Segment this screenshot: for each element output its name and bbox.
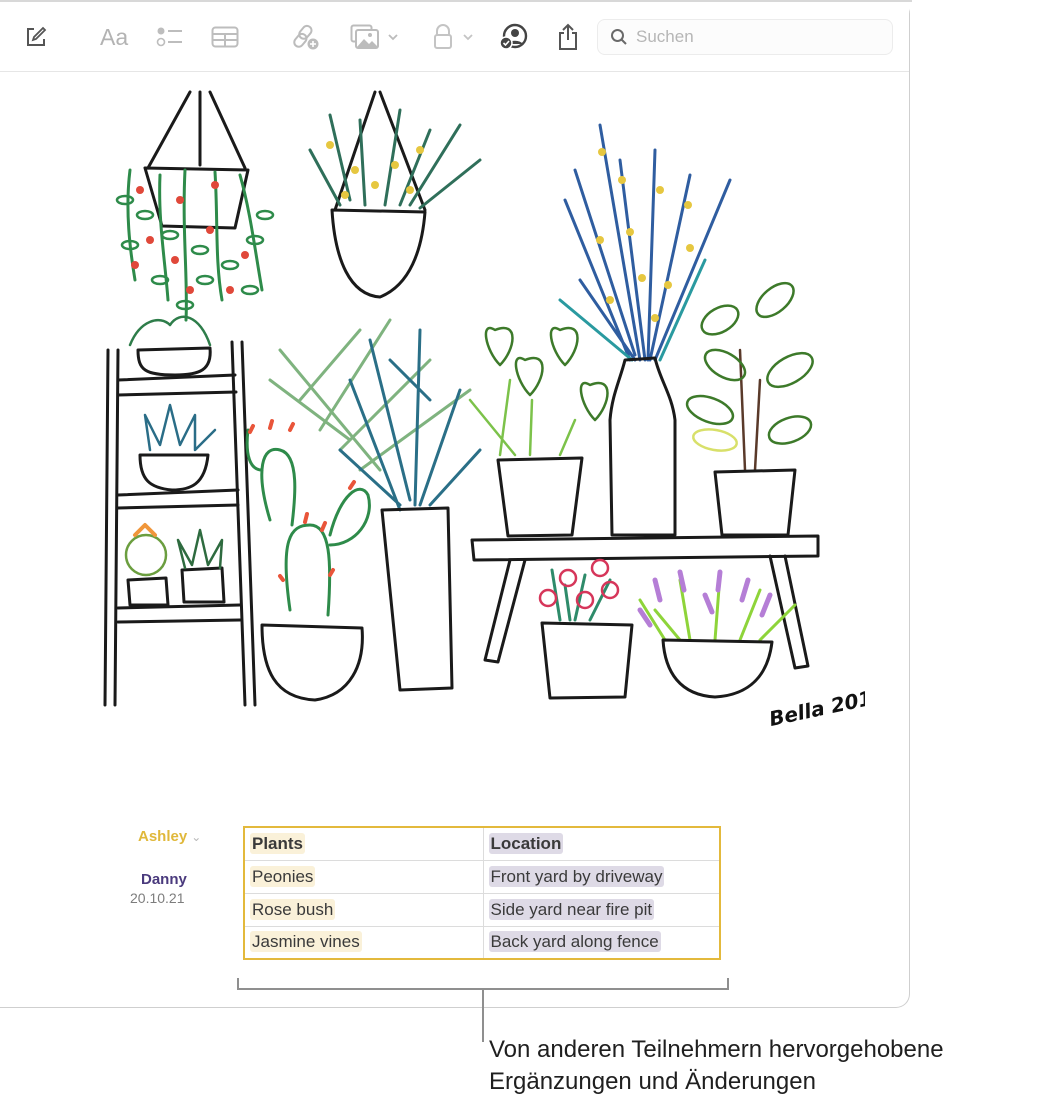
plants-table[interactable]: Plants Location Peonies Front yard by dr… (243, 826, 721, 960)
add-link-icon[interactable] (292, 22, 320, 52)
callout-line-2: Ergänzungen und Änderungen (489, 1068, 816, 1095)
table-row: Peonies Front yard by driveway (243, 859, 721, 894)
rubber-plant (685, 281, 814, 472)
search-input[interactable] (634, 26, 878, 48)
share-icon[interactable] (556, 22, 580, 52)
table-header-row: Plants Location (243, 826, 721, 861)
lock-icon[interactable] (433, 22, 477, 52)
cactus (245, 428, 371, 617)
red-flowers (538, 558, 620, 622)
ladder-plants (124, 315, 224, 577)
table-header-cell[interactable]: Plants (243, 826, 484, 861)
table-icon[interactable] (211, 22, 239, 52)
pot-lavender (661, 638, 774, 699)
table-cell[interactable]: Jasmine vines (243, 925, 484, 960)
compose-icon[interactable] (24, 22, 48, 52)
cactus-pot (260, 623, 364, 702)
table-cell[interactable]: Rose bush (243, 892, 484, 927)
pot-heart-leaf (496, 456, 584, 538)
callout-bracket (237, 978, 729, 990)
callout-line-1: Von anderen Teilnehmern hervorgehobene (489, 1036, 944, 1063)
artist-signature: Bella 2019 (767, 683, 865, 731)
ashley-name: Ashley (138, 828, 188, 845)
search-icon (610, 28, 628, 46)
blue-tall-plant (558, 123, 732, 362)
callout-leader-line (482, 990, 484, 1042)
bottle-vase (608, 356, 677, 537)
pot-rubber-plant (713, 468, 797, 537)
table-row: Jasmine vines Back yard along fence (243, 925, 721, 960)
toolbar: Aa (0, 2, 909, 72)
table-header-cell[interactable]: Location (482, 826, 721, 861)
chevron-down-icon[interactable]: ⌄ (191, 830, 201, 844)
hanging-plant-left (115, 90, 275, 322)
format-icon[interactable]: Aa (100, 22, 128, 52)
media-icon[interactable] (350, 22, 400, 52)
table-cell[interactable]: Peonies (243, 859, 484, 894)
plant-drawing[interactable]: Bella 2019 (95, 88, 865, 748)
attribution-danny: Danny (141, 871, 187, 888)
table-cell[interactable]: Front yard by driveway (482, 859, 721, 894)
search-field[interactable] (597, 19, 893, 55)
collaborate-icon[interactable] (499, 22, 529, 52)
callout-text: Von anderen Teilnehmern hervorgehobene E… (489, 1034, 944, 1098)
checklist-icon[interactable] (156, 22, 184, 52)
fern (268, 318, 482, 512)
lavender (637, 569, 797, 642)
ladder-shelf (103, 340, 257, 707)
table-cell[interactable]: Side yard near fire pit (482, 892, 721, 927)
edit-date: 20.10.21 (130, 890, 185, 906)
table-row: Rose bush Side yard near fire pit (243, 892, 721, 927)
hanging-plant-middle (308, 90, 482, 299)
heart-leaf-plant (468, 326, 609, 457)
pot-red-flowers (540, 621, 634, 700)
attribution-ashley[interactable]: Ashley ⌄ (138, 828, 201, 845)
tall-vase (380, 506, 454, 692)
table-cell[interactable]: Back yard along fence (482, 925, 721, 960)
